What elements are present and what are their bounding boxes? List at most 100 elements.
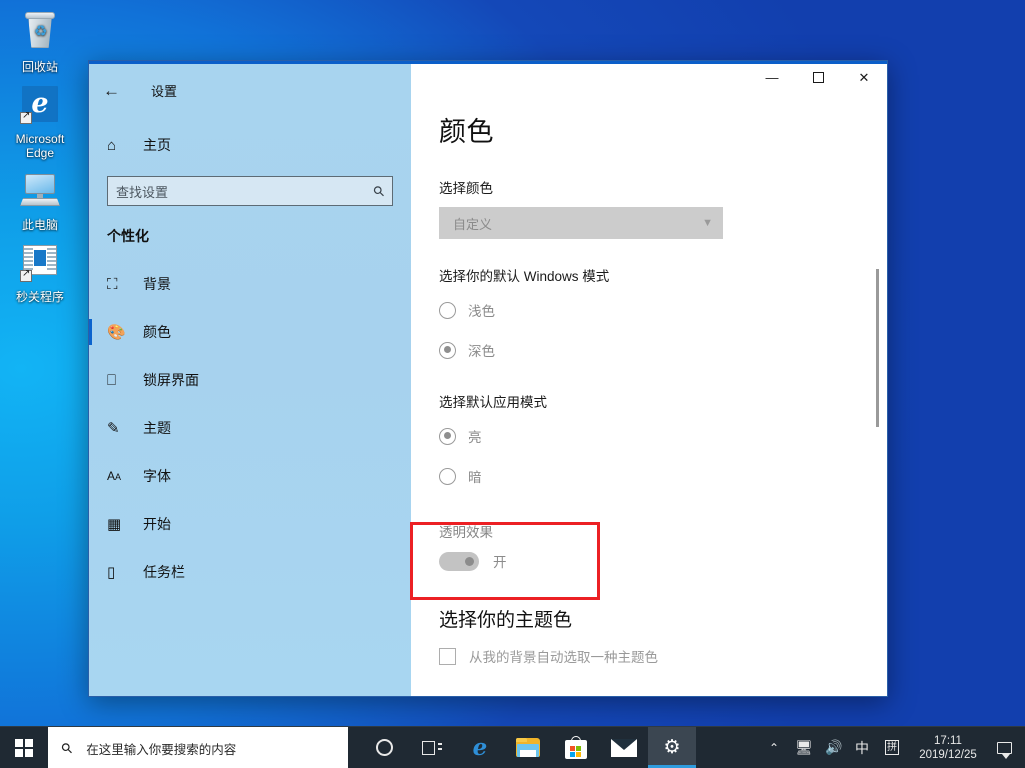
taskbar-cortana-button[interactable] (360, 727, 408, 768)
home-icon: ⌂ (107, 136, 117, 154)
sidebar-item-label: 任务栏 (143, 564, 185, 580)
taskbar-edge-button[interactable]: e (456, 727, 504, 768)
sidebar-item-home[interactable]: ⌂ 主页 (107, 128, 411, 162)
taskbar-mail-button[interactable] (600, 727, 648, 768)
auto-accent-checkbox[interactable]: 从我的背景自动选取一种主题色 (439, 646, 847, 666)
taskbar-icon: ▯ (107, 564, 116, 581)
file-explorer-icon (516, 738, 540, 757)
taskbar-app-list: e ⚙ (360, 727, 696, 768)
taskbar-settings-button[interactable]: ⚙ (648, 727, 696, 768)
close-button[interactable]: ✕ (841, 61, 887, 94)
sidebar-nav-list: ⛶ 背景 🎨 颜色 ⎕ 锁屏界面 ✎ 主题 AA 字体 ▦ 开始 ▯ 任务栏 (89, 260, 411, 596)
radio-label: 暗 (468, 470, 482, 485)
settings-sidebar: ← 设置 ⌂ 主页 查找设置 ⚲ 个性化 ⛶ 背景 🎨 颜色 ⎕ 锁屏界面 ✎ … (89, 64, 411, 696)
edge-icon: e (472, 734, 488, 761)
settings-content: 颜色 选择颜色 自定义 ▼ 选择你的默认 Windows 模式 浅色 深色 选择… (411, 64, 887, 696)
search-placeholder: 查找设置 (116, 184, 169, 200)
desktop-icon-label: 秒关程序 (15, 290, 64, 304)
radio-icon (439, 301, 456, 319)
taskbar: ⚲ 在这里输入你要搜索的内容 e ⚙ ⌃ 🖥 🔊 中 拼 17:11 2019/… (0, 726, 1025, 768)
desktop-icon-edge[interactable]: e Microsoft Edge (0, 78, 80, 164)
start-menu-icon: ▦ (107, 516, 122, 533)
desktop-icon-recycle-bin[interactable]: ♻ 回收站 (0, 6, 80, 78)
app-mode-option-dark[interactable]: 暗 (439, 461, 847, 491)
sidebar-search-input[interactable]: 查找设置 ⚲ (107, 176, 393, 206)
search-icon: ⚲ (57, 738, 77, 757)
sidebar-item-taskbar[interactable]: ▯ 任务栏 (89, 548, 411, 596)
volume-button[interactable]: 🔊 (819, 727, 849, 768)
chevron-up-icon: ⌃ (768, 740, 780, 755)
transparency-toggle[interactable]: 开 (439, 551, 847, 571)
notification-center-button[interactable] (987, 727, 1021, 768)
taskbar-store-button[interactable] (552, 727, 600, 768)
recycle-bin-icon: ♻ (18, 12, 62, 56)
back-arrow-icon[interactable]: ← (103, 82, 135, 99)
ime-mode-label: 中 (855, 739, 869, 756)
picture-icon: ⛶ (107, 275, 118, 293)
desktop-icon-list: ♻ 回收站 e Microsoft Edge 此电脑 秒关程序 (0, 6, 80, 308)
minimize-button[interactable]: — (749, 61, 795, 94)
microsoft-store-icon (565, 736, 587, 759)
this-pc-icon (18, 170, 62, 214)
window-title: 设置 (151, 83, 178, 99)
sidebar-item-label: 锁屏界面 (143, 372, 199, 388)
ime-mode-button[interactable]: 中 (849, 727, 875, 768)
radio-label: 浅色 (468, 304, 495, 319)
checkbox-icon (439, 647, 456, 665)
radio-label: 深色 (468, 344, 495, 359)
network-icon: 🖥 (795, 739, 813, 755)
radio-icon (439, 467, 456, 485)
maximize-button[interactable] (795, 61, 841, 94)
start-button[interactable] (0, 727, 48, 768)
edge-icon: e (18, 84, 62, 128)
window-controls: — ✕ (749, 61, 887, 94)
app-mode-label: 选择默认应用模式 (439, 395, 547, 410)
palette-icon: 🎨 (107, 324, 126, 341)
taskbar-search-input[interactable]: ⚲ 在这里输入你要搜索的内容 (48, 727, 348, 768)
content-scrollbar[interactable] (872, 64, 884, 696)
sidebar-header: ← 设置 (89, 72, 411, 108)
cortana-icon (375, 739, 393, 756)
sidebar-item-themes[interactable]: ✎ 主题 (89, 404, 411, 452)
desktop-icon-app-shortcut[interactable]: 秒关程序 (0, 236, 80, 308)
clock[interactable]: 17:11 2019/12/25 (909, 727, 987, 768)
checkbox-label: 从我的背景自动选取一种主题色 (469, 650, 658, 665)
settings-gear-icon: ⚙ (663, 737, 681, 758)
scrollbar-thumb[interactable] (876, 269, 879, 427)
windows-mode-option-light[interactable]: 浅色 (439, 295, 847, 325)
pinyin-button[interactable]: 拼 (875, 727, 909, 768)
sidebar-item-fonts[interactable]: AA 字体 (89, 452, 411, 500)
desktop-icon-this-pc[interactable]: 此电脑 (0, 164, 80, 236)
system-tray: ⌃ 🖥 🔊 中 拼 17:11 2019/12/25 (759, 727, 1025, 768)
sidebar-item-background[interactable]: ⛶ 背景 (89, 260, 411, 308)
notification-icon (996, 741, 1012, 759)
sidebar-item-start[interactable]: ▦ 开始 (89, 500, 411, 548)
pinyin-label: 拼 (885, 740, 899, 755)
task-view-icon (422, 740, 442, 756)
sidebar-item-colors[interactable]: 🎨 颜色 (89, 308, 411, 356)
sidebar-item-lock-screen[interactable]: ⎕ 锁屏界面 (89, 356, 411, 404)
radio-icon (439, 341, 456, 359)
windows-start-icon (15, 738, 33, 757)
desktop-icon-label: 回收站 (21, 60, 58, 74)
sidebar-item-label: 主题 (143, 420, 171, 436)
page-title: 颜色 (439, 117, 494, 147)
sidebar-item-label: 字体 (143, 468, 171, 484)
choose-color-dropdown[interactable]: 自定义 ▼ (439, 207, 723, 239)
minimize-icon: — (765, 70, 779, 85)
radio-icon (439, 427, 456, 445)
show-hidden-icons-button[interactable]: ⌃ (759, 727, 789, 768)
clock-time: 17:11 (934, 734, 962, 747)
radio-label: 亮 (468, 430, 482, 445)
accent-color-heading: 选择你的主题色 (439, 610, 573, 631)
sidebar-item-label: 主页 (143, 137, 171, 153)
dropdown-value: 自定义 (453, 216, 493, 232)
taskbar-file-explorer-button[interactable] (504, 727, 552, 768)
close-icon: ✕ (858, 69, 870, 85)
network-button[interactable]: 🖥 (789, 727, 819, 768)
app-mode-option-light[interactable]: 亮 (439, 421, 847, 451)
taskbar-task-view-button[interactable] (408, 727, 456, 768)
mail-icon (611, 738, 637, 757)
toggle-switch-icon (439, 551, 479, 571)
windows-mode-option-dark[interactable]: 深色 (439, 335, 847, 365)
